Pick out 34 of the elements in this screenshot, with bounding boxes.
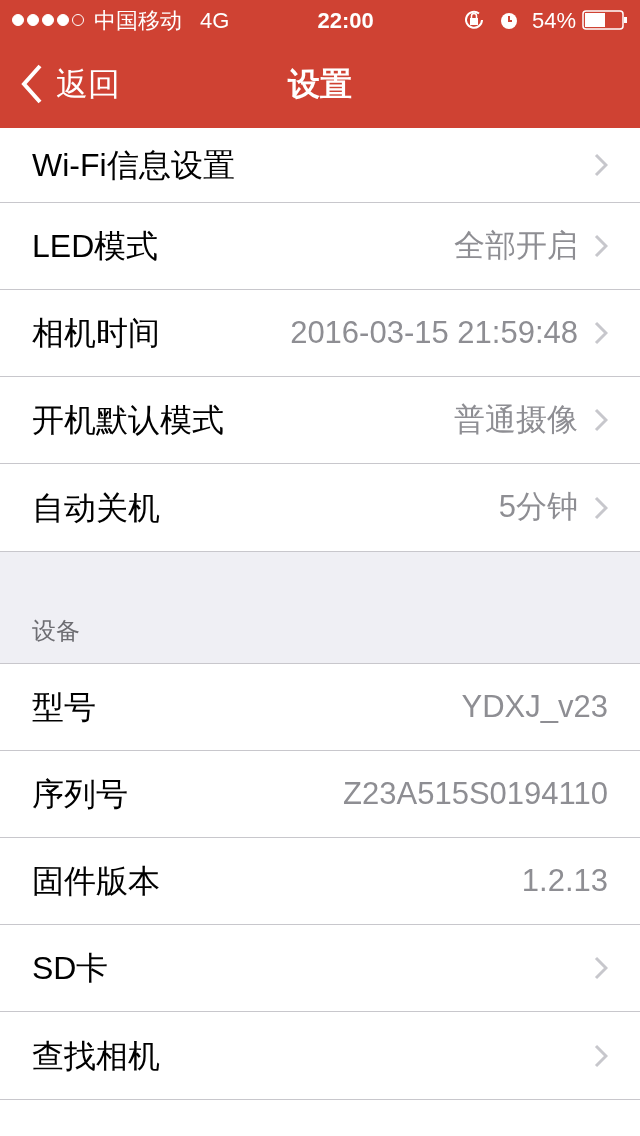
back-chevron-icon bbox=[20, 64, 44, 104]
chevron-icon bbox=[594, 956, 608, 980]
row-label: 序列号 bbox=[32, 775, 128, 814]
row-label: LED模式 bbox=[32, 227, 159, 266]
page-title: 设置 bbox=[288, 65, 352, 104]
row-label: 查找相机 bbox=[32, 1036, 160, 1076]
row-label: 固件版本 bbox=[32, 862, 160, 901]
chevron-icon bbox=[594, 495, 608, 520]
chevron-icon bbox=[594, 408, 608, 432]
row-label: 开机默认模式 bbox=[32, 401, 224, 440]
clock-text: 22:00 bbox=[317, 6, 374, 35]
battery-icon bbox=[582, 10, 628, 30]
section-title: 设备 bbox=[32, 616, 80, 646]
row-label: 型号 bbox=[32, 688, 96, 727]
row-value: 普通摄像 bbox=[454, 400, 578, 439]
chevron-icon bbox=[594, 1043, 608, 1068]
chevron-icon bbox=[594, 234, 608, 258]
carrier-text: 中国移动 bbox=[94, 6, 182, 35]
row-value: 全部开启 bbox=[454, 226, 578, 265]
network-text: 4G bbox=[200, 6, 230, 35]
row-label: Wi-Fi信息设置 bbox=[32, 146, 235, 185]
chevron-icon bbox=[594, 153, 608, 177]
row-label: 自动关机 bbox=[32, 488, 160, 528]
row-value: 2016-03-15 21:59:48 bbox=[290, 313, 578, 352]
chevron-icon bbox=[594, 321, 608, 345]
row-value: 1.2.13 bbox=[521, 861, 608, 900]
row-label: 相机时间 bbox=[32, 314, 160, 353]
row-value: YDXJ_v23 bbox=[461, 687, 608, 726]
row-label: SD卡 bbox=[32, 949, 109, 988]
row-value: Z23A515S0194110 bbox=[343, 774, 608, 813]
row-value: 5分钟 bbox=[498, 488, 578, 527]
back-button[interactable]: 返回 bbox=[0, 60, 120, 108]
signal-icon bbox=[12, 14, 86, 26]
battery-percent: 54% bbox=[531, 6, 576, 35]
